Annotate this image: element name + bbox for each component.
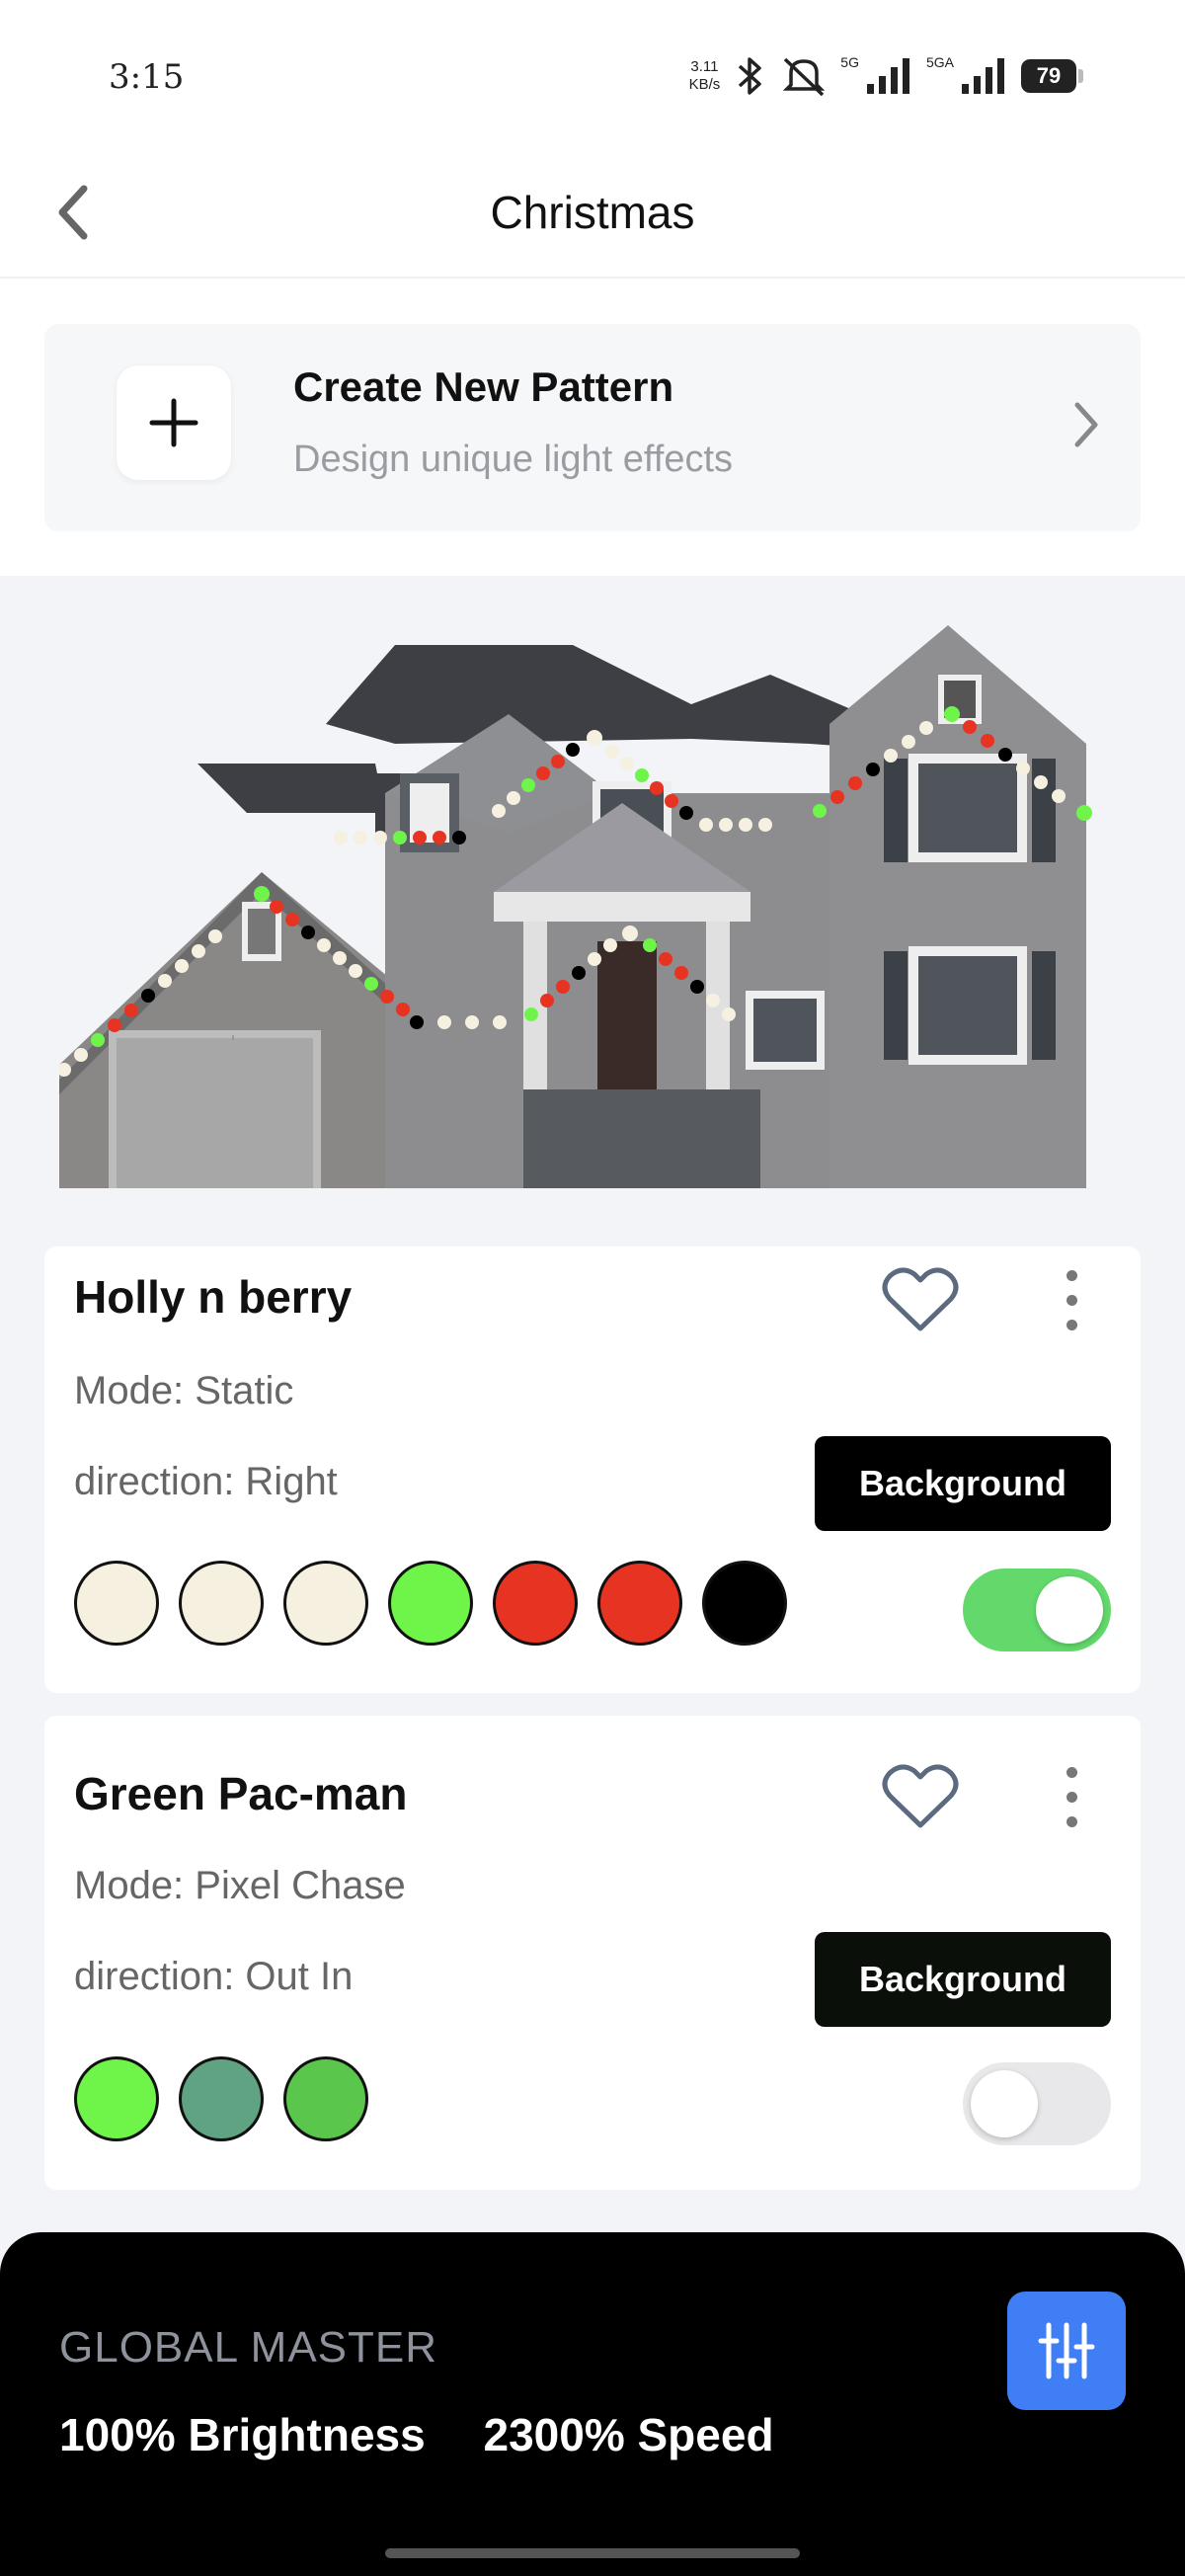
global-settings-button[interactable] — [1007, 2292, 1126, 2410]
global-brightness: 100% Brightness — [59, 2409, 426, 2460]
color-swatches — [74, 2056, 368, 2141]
plus-button[interactable] — [117, 365, 231, 480]
create-pattern-card[interactable]: Create New Pattern Design unique light e… — [44, 324, 1141, 531]
color-swatch[interactable] — [74, 2056, 159, 2141]
favorite-button[interactable] — [879, 1260, 962, 1339]
global-master-panel: GLOBAL MASTER 100% Brightness 2300% Spee… — [0, 2232, 1185, 2576]
pattern-enable-toggle[interactable] — [963, 1569, 1111, 1651]
create-pattern-title: Create New Pattern — [293, 363, 674, 410]
global-master-label: GLOBAL MASTER — [59, 2323, 438, 2372]
global-speed: 2300% Speed — [483, 2409, 774, 2460]
home-indicator[interactable] — [385, 2548, 800, 2558]
status-icons: 3.11 KB/s 5G 5GA 79 — [689, 51, 1083, 101]
more-dot — [1066, 1766, 1077, 1778]
favorite-button[interactable] — [879, 1757, 962, 1836]
toggle-knob — [1036, 1576, 1103, 1644]
color-swatch[interactable] — [283, 2056, 368, 2141]
signal-label-1: 5G — [840, 54, 859, 70]
color-swatch[interactable] — [702, 1561, 787, 1646]
battery-icon: 79 — [1021, 59, 1083, 93]
chevron-right-icon — [1074, 402, 1098, 447]
pattern-mode: Mode: Static — [74, 1369, 294, 1412]
global-master-values: 100% Brightness 2300% Speed — [59, 2408, 820, 2461]
bluetooth-icon — [739, 57, 762, 95]
heart-icon — [882, 1267, 959, 1331]
page-title: Christmas — [490, 187, 695, 238]
mute-icon — [783, 57, 826, 97]
pattern-name: Holly n berry — [74, 1271, 353, 1323]
heart-icon — [882, 1764, 959, 1828]
signal-label-2: 5GA — [925, 54, 954, 70]
pattern-mode: Mode: Pixel Chase — [74, 1864, 406, 1907]
more-dot — [1066, 1269, 1077, 1281]
color-swatch[interactable] — [74, 1561, 159, 1646]
network-speed-unit: KB/s — [688, 76, 721, 93]
create-pattern-subtitle: Design unique light effects — [293, 439, 734, 480]
color-swatch[interactable] — [179, 1561, 264, 1646]
pattern-enable-toggle[interactable] — [963, 2062, 1111, 2145]
more-dot — [1066, 1791, 1077, 1803]
toggle-knob — [971, 2070, 1038, 2137]
more-dot — [1066, 1319, 1077, 1330]
background-button[interactable]: Background — [815, 1932, 1111, 2027]
network-speed: 3.11 KB/s — [689, 58, 721, 94]
pattern-direction: direction: Right — [74, 1460, 338, 1503]
signal-icon — [866, 58, 909, 94]
house-preview-image — [59, 625, 1092, 1188]
color-swatch[interactable] — [493, 1561, 578, 1646]
color-swatches — [74, 1561, 787, 1646]
color-swatch[interactable] — [283, 1561, 368, 1646]
network-speed-value: 3.11 — [690, 58, 719, 75]
pattern-card[interactable]: Holly n berry Mode: Static direction: Ri… — [44, 1247, 1141, 1693]
more-dot — [1066, 1294, 1077, 1306]
signal-icon-2 — [962, 58, 1004, 94]
more-options-button[interactable] — [1052, 1757, 1091, 1836]
background-button[interactable]: Background — [815, 1436, 1111, 1531]
sliders-icon — [1038, 2322, 1095, 2379]
nav-header: Christmas — [0, 148, 1185, 279]
plus-icon — [149, 398, 198, 447]
status-bar: 3:15 3.11 KB/s 5G 5GA 79 — [0, 0, 1185, 148]
pattern-card[interactable]: Green Pac-man Mode: Pixel Chase directio… — [44, 1716, 1141, 2190]
color-swatch[interactable] — [179, 2056, 264, 2141]
color-swatch[interactable] — [597, 1561, 682, 1646]
pattern-name: Green Pac-man — [74, 1768, 408, 1819]
color-swatch[interactable] — [388, 1561, 473, 1646]
more-options-button[interactable] — [1052, 1260, 1091, 1339]
more-dot — [1066, 1815, 1077, 1827]
pattern-direction: direction: Out In — [74, 1955, 354, 1998]
status-time: 3:15 — [109, 57, 185, 97]
